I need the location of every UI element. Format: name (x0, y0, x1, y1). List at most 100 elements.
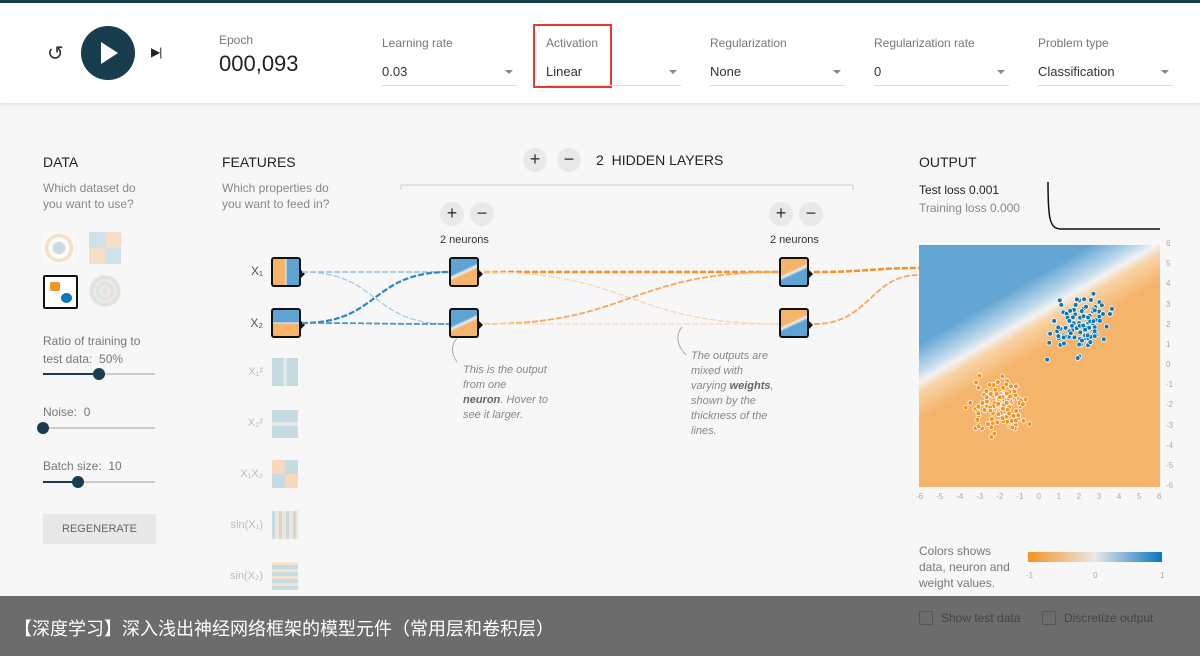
data-point (1009, 424, 1016, 431)
data-point (1020, 401, 1026, 408)
neuron-layer1-1[interactable] (449, 257, 483, 287)
data-point (1020, 417, 1027, 424)
y-tick: -4 (1166, 440, 1174, 450)
data-point (1074, 355, 1081, 361)
y-tick: 1 (1166, 339, 1171, 349)
data-point (1090, 318, 1097, 324)
data-point (988, 434, 995, 440)
output-heatmap (919, 245, 1160, 487)
data-point (994, 419, 1001, 426)
training-loss: Training loss 0.000 (919, 201, 1020, 215)
x-tick: -4 (956, 492, 964, 501)
x-tick: 1 (1056, 492, 1062, 501)
y-tick: 3 (1166, 299, 1171, 309)
neuron-layer1-2[interactable] (449, 308, 483, 338)
remove-layer-button[interactable]: − (557, 148, 581, 172)
data-point (976, 372, 983, 379)
data-point (1083, 303, 1089, 310)
output-title: OUTPUT (919, 154, 977, 170)
data-point (1091, 333, 1098, 339)
y-tick: 4 (1166, 279, 1171, 289)
data-point (1072, 302, 1079, 308)
data-point (995, 401, 1001, 407)
data-point (1088, 297, 1094, 303)
y-tick: -2 (1166, 400, 1174, 410)
hidden-layers-title: 2 HIDDEN LAYERS (596, 152, 724, 168)
loss-curve (1047, 181, 1160, 230)
data-point (1060, 334, 1067, 341)
remove-neuron-layer1-button[interactable]: − (470, 202, 494, 226)
test-loss: Test loss 0.001 (919, 183, 1000, 197)
color-scale-max: 1 (1160, 571, 1165, 580)
link-x2-h2 (301, 322, 450, 325)
layer1-neuron-count: 2 neurons (440, 234, 489, 246)
x-tick: -1 (1016, 492, 1024, 501)
data-point (1044, 356, 1050, 363)
data-point (1055, 333, 1062, 339)
discretize-output-checkbox[interactable] (1042, 611, 1056, 625)
data-point (983, 388, 990, 394)
y-tick: 6 (1166, 239, 1171, 248)
data-point (1091, 328, 1098, 335)
data-point (987, 407, 994, 414)
data-point (1076, 341, 1082, 348)
data-point (1010, 413, 1017, 419)
y-tick: -1 (1166, 380, 1174, 390)
data-point (988, 391, 994, 397)
x-tick: 5 (1136, 492, 1142, 501)
data-point (1047, 330, 1053, 337)
neuron-layer2-2[interactable] (779, 308, 813, 338)
data-point (1000, 405, 1006, 412)
data-point (1026, 421, 1033, 427)
y-tick: 5 (1166, 259, 1171, 269)
neuron-note: This is the output from one neuron. Hover… (463, 364, 548, 421)
link-g2-out (813, 274, 920, 325)
data-point (995, 411, 1001, 417)
data-point (1080, 313, 1087, 320)
data-point (1022, 396, 1029, 403)
data-point (983, 394, 990, 400)
link-g1-out (813, 266, 920, 274)
layer2-neuron-count: 2 neurons (770, 234, 819, 246)
data-point (1061, 340, 1067, 347)
color-scale-min: -1 (1026, 571, 1034, 580)
add-neuron-layer2-button[interactable]: + (769, 202, 793, 226)
data-point (1107, 311, 1113, 317)
color-legend-text: Colors shows data, neuron and weight value… (919, 544, 1010, 590)
data-point (999, 373, 1006, 380)
data-point (973, 379, 979, 386)
data-point (979, 400, 986, 406)
data-point (1081, 296, 1087, 303)
data-point (1058, 302, 1065, 308)
neuron-layer2-1[interactable] (779, 257, 813, 287)
link-h1-g2 (483, 271, 780, 325)
data-point (1071, 334, 1078, 341)
data-point (1069, 322, 1075, 329)
add-layer-button[interactable]: + (523, 148, 547, 172)
caption-overlay: 【深度学习】深入浅出神经网络框架的模型元件（常用层和卷积层） Show test… (0, 596, 1200, 656)
data-point (1006, 410, 1012, 417)
data-point (975, 403, 982, 410)
output-data-points (962, 290, 1115, 440)
data-point (1013, 417, 1019, 424)
data-point (1056, 297, 1063, 304)
data-point (1067, 330, 1074, 337)
x-tick: 2 (1076, 492, 1082, 501)
add-neuron-layer1-button[interactable]: + (440, 202, 464, 226)
color-scale-bar (1028, 552, 1162, 562)
data-point (975, 423, 982, 430)
show-test-data-checkbox[interactable] (919, 611, 933, 625)
data-point (1003, 400, 1010, 406)
data-point (1097, 318, 1103, 324)
data-point (1090, 290, 1097, 297)
data-point (1100, 336, 1107, 343)
data-point (1085, 314, 1091, 321)
data-point (1099, 302, 1105, 309)
x-tick: 4 (1116, 492, 1122, 501)
discretize-output-label: Discretize output (1064, 611, 1154, 625)
data-point (975, 384, 982, 391)
data-point (1080, 322, 1087, 329)
remove-neuron-layer2-button[interactable]: − (799, 202, 823, 226)
data-point (1087, 339, 1094, 345)
x-tick: -6 (916, 492, 924, 501)
